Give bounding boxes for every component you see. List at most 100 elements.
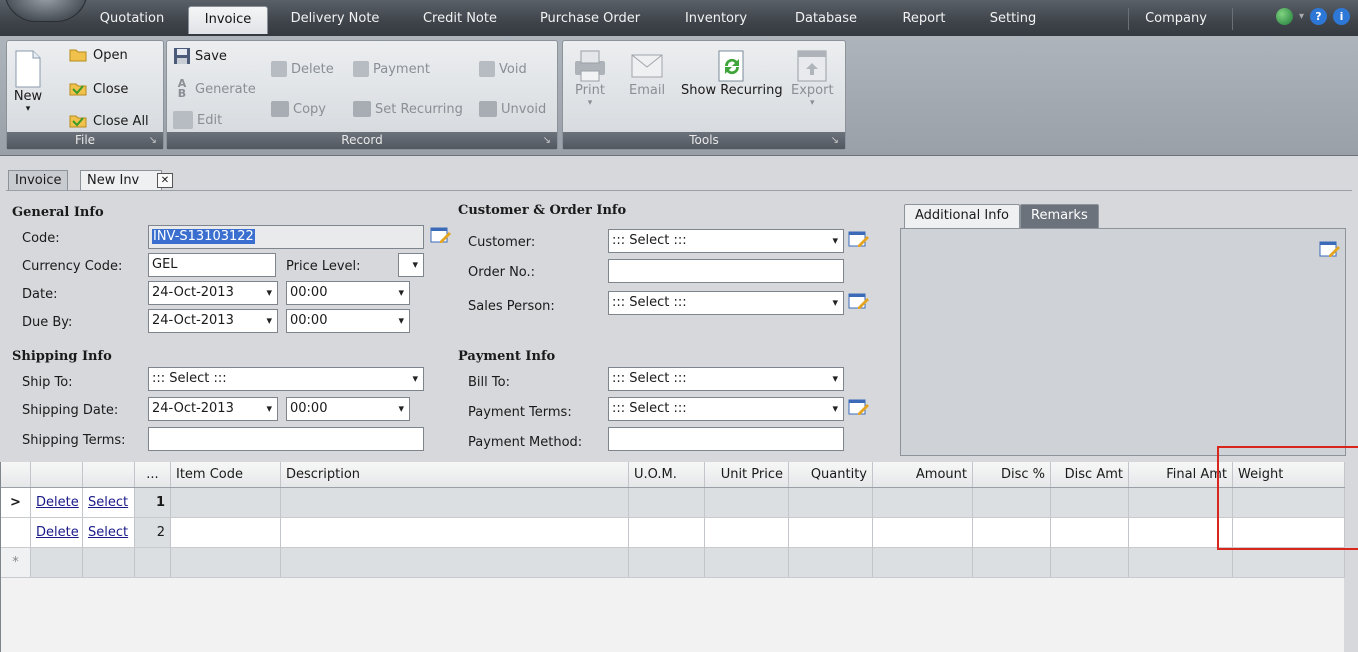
cell-quantity[interactable] bbox=[789, 548, 873, 577]
edit-button[interactable]: Edit bbox=[173, 111, 222, 129]
date-time-picker[interactable]: 00:00 bbox=[286, 281, 410, 305]
due-time-picker[interactable]: 00:00 bbox=[286, 309, 410, 333]
payment-button[interactable]: Payment bbox=[353, 61, 430, 77]
delete-button[interactable]: Delete bbox=[271, 61, 334, 77]
bill-to-select[interactable]: ::: Select ::: bbox=[608, 367, 844, 391]
cell-final-amt[interactable] bbox=[1129, 548, 1233, 577]
row-delete-link[interactable]: Delete bbox=[31, 488, 83, 517]
set-recurring-button[interactable]: Set Recurring bbox=[353, 101, 463, 117]
tab-report[interactable]: Report bbox=[890, 6, 958, 34]
open-button[interactable]: Open bbox=[69, 47, 128, 63]
tab-remarks[interactable]: Remarks bbox=[1020, 204, 1099, 228]
payment-terms-select[interactable]: ::: Select ::: bbox=[608, 397, 844, 421]
date-picker[interactable]: 24-Oct-2013 bbox=[148, 281, 278, 305]
cell-uom[interactable] bbox=[629, 488, 705, 517]
launcher-icon[interactable]: ↘ bbox=[831, 132, 839, 149]
tab-purchase-order[interactable]: Purchase Order bbox=[534, 6, 646, 34]
col-header-final-amt[interactable]: Final Amt bbox=[1129, 462, 1233, 487]
tab-quotation[interactable]: Quotation bbox=[92, 6, 172, 34]
tab-delivery-note[interactable]: Delivery Note bbox=[286, 6, 384, 34]
close-tab-icon[interactable]: ✕ bbox=[157, 173, 173, 188]
col-header-uom[interactable]: U.O.M. bbox=[629, 462, 705, 487]
info-icon[interactable]: i bbox=[1333, 8, 1350, 25]
globe-icon[interactable] bbox=[1275, 8, 1293, 25]
edit-customer-icon[interactable] bbox=[848, 229, 870, 249]
edit-sales-person-icon[interactable] bbox=[848, 291, 870, 311]
show-recurring-button[interactable]: Show Recurring bbox=[681, 49, 783, 98]
shipping-date-picker[interactable]: 24-Oct-2013 bbox=[148, 397, 278, 421]
ship-to-select[interactable]: ::: Select ::: bbox=[148, 367, 424, 391]
cell-final-amt[interactable] bbox=[1129, 488, 1233, 517]
table-row[interactable]: Delete Select 2 bbox=[1, 518, 1345, 548]
new-button[interactable]: New ▾ bbox=[13, 49, 43, 114]
cell-weight[interactable] bbox=[1233, 488, 1345, 517]
cell-description[interactable] bbox=[281, 488, 629, 517]
tab-inventory[interactable]: Inventory bbox=[676, 6, 756, 34]
cell-amount[interactable] bbox=[873, 518, 973, 547]
cell-uom[interactable] bbox=[629, 518, 705, 547]
cell-uom[interactable] bbox=[629, 548, 705, 577]
launcher-icon[interactable]: ↘ bbox=[543, 132, 551, 149]
customer-select[interactable]: ::: Select ::: bbox=[608, 229, 844, 253]
doc-tab-new-inv[interactable]: New Inv bbox=[80, 170, 163, 192]
cell-description[interactable] bbox=[281, 548, 629, 577]
shipping-time-picker[interactable]: 00:00 bbox=[286, 397, 410, 421]
payment-method-field[interactable] bbox=[608, 427, 844, 451]
col-header-description[interactable]: Description bbox=[281, 462, 629, 487]
chevron-down-icon[interactable]: ▾ bbox=[1299, 11, 1304, 22]
print-button[interactable]: Print ▾ bbox=[571, 49, 609, 108]
col-header-weight[interactable]: Weight bbox=[1233, 462, 1345, 487]
close-all-button[interactable]: Close All bbox=[69, 113, 149, 129]
tab-setting[interactable]: Setting bbox=[978, 6, 1048, 34]
tab-additional-info[interactable]: Additional Info bbox=[904, 204, 1020, 228]
row-delete-link[interactable]: Delete bbox=[31, 518, 83, 547]
tab-invoice[interactable]: Invoice bbox=[188, 6, 268, 34]
col-header-unit-price[interactable]: Unit Price bbox=[705, 462, 789, 487]
table-row[interactable]: > Delete Select 1 bbox=[1, 488, 1345, 518]
email-button[interactable]: Email bbox=[629, 49, 665, 98]
cell-amount[interactable] bbox=[873, 548, 973, 577]
copy-button[interactable]: Copy bbox=[271, 101, 326, 117]
cell-unit-price[interactable] bbox=[705, 548, 789, 577]
cell-item-code[interactable] bbox=[171, 518, 281, 547]
cell-quantity[interactable] bbox=[789, 488, 873, 517]
cell-disc-pct[interactable] bbox=[973, 488, 1051, 517]
tab-credit-note[interactable]: Credit Note bbox=[416, 6, 504, 34]
doc-tab-invoice[interactable]: Invoice bbox=[8, 170, 69, 192]
cell-quantity[interactable] bbox=[789, 518, 873, 547]
edit-additional-info-icon[interactable] bbox=[1319, 239, 1341, 259]
new-row[interactable]: * bbox=[1, 548, 1345, 578]
cell-unit-price[interactable] bbox=[705, 488, 789, 517]
code-field[interactable]: INV-S13103122 bbox=[148, 225, 424, 249]
cell-amount[interactable] bbox=[873, 488, 973, 517]
save-button[interactable]: Save bbox=[173, 47, 227, 65]
col-header-quantity[interactable]: Quantity bbox=[789, 462, 873, 487]
cell-unit-price[interactable] bbox=[705, 518, 789, 547]
cell-disc-amt[interactable] bbox=[1051, 488, 1129, 517]
col-header-amount[interactable]: Amount bbox=[873, 462, 973, 487]
close-button[interactable]: Close bbox=[69, 81, 128, 97]
unvoid-button[interactable]: Unvoid bbox=[479, 101, 546, 117]
edit-payment-terms-icon[interactable] bbox=[848, 397, 870, 417]
cell-disc-amt[interactable] bbox=[1051, 518, 1129, 547]
cell-weight[interactable] bbox=[1233, 548, 1345, 577]
cell-item-code[interactable] bbox=[171, 488, 281, 517]
tab-company[interactable]: Company bbox=[1134, 6, 1218, 34]
cell-final-amt[interactable] bbox=[1129, 518, 1233, 547]
void-button[interactable]: Void bbox=[479, 61, 527, 77]
sales-person-select[interactable]: ::: Select ::: bbox=[608, 291, 844, 315]
cell-disc-pct[interactable] bbox=[973, 548, 1051, 577]
col-header-disc-pct[interactable]: Disc % bbox=[973, 462, 1051, 487]
cell-disc-pct[interactable] bbox=[973, 518, 1051, 547]
cell-description[interactable] bbox=[281, 518, 629, 547]
due-date-picker[interactable]: 24-Oct-2013 bbox=[148, 309, 278, 333]
tab-database[interactable]: Database bbox=[786, 6, 866, 34]
export-button[interactable]: Export ▾ bbox=[791, 49, 834, 108]
price-level-select[interactable] bbox=[398, 253, 424, 277]
col-header-ellipsis[interactable]: ... bbox=[135, 462, 171, 487]
app-orb-button[interactable] bbox=[4, 0, 88, 22]
col-header-disc-amt[interactable]: Disc Amt bbox=[1051, 462, 1129, 487]
order-no-field[interactable] bbox=[608, 259, 844, 283]
shipping-terms-field[interactable] bbox=[148, 427, 424, 451]
currency-code-field[interactable]: GEL bbox=[148, 253, 276, 277]
